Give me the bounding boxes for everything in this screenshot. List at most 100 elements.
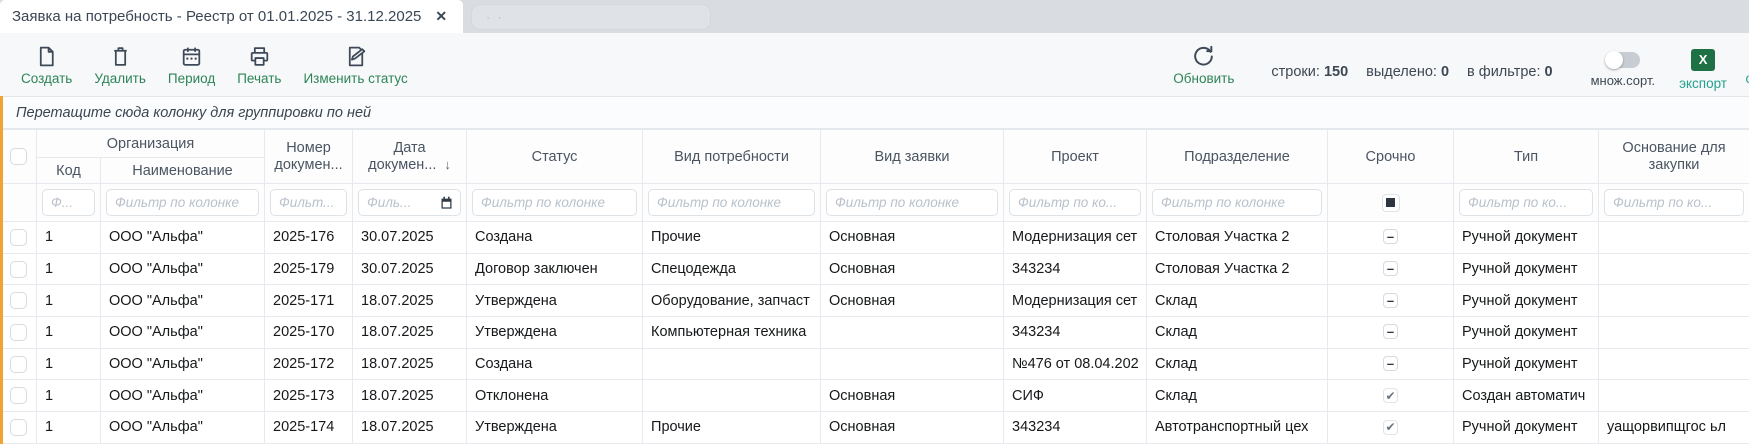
header-org-group[interactable]: Организация xyxy=(37,130,265,158)
filter-type-input[interactable] xyxy=(1459,189,1593,216)
toolbar-right-group: Обновить строки: 150 выделено: 0 в фильт… xyxy=(1162,33,1749,96)
filter-status-input[interactable] xyxy=(472,189,637,216)
filter-request-type-input[interactable] xyxy=(826,189,998,216)
edit-status-icon xyxy=(343,44,368,69)
tab-requisition-registry[interactable]: Заявка на потребность - Реестр от 01.01.… xyxy=(0,0,463,33)
cell-project: СИФ xyxy=(1004,380,1147,412)
cell-type: Ручной документ xyxy=(1454,412,1599,444)
cell-type: Ручной документ xyxy=(1454,348,1599,380)
header-code[interactable]: Код xyxy=(37,158,101,184)
cell-code: 1 xyxy=(37,285,101,317)
filter-urgent-checkbox[interactable] xyxy=(1382,194,1400,212)
tab-ghost[interactable]: · · xyxy=(471,4,711,30)
select-all-checkbox[interactable] xyxy=(10,148,27,165)
table-row[interactable]: 1ООО "Альфа"2025-17218.07.2025Создана№47… xyxy=(1,348,1749,380)
tab-ghost-dots: · · xyxy=(486,10,503,24)
cell-type: Создан автоматич xyxy=(1454,380,1599,412)
cell-basis xyxy=(1599,348,1749,380)
cell-code: 1 xyxy=(37,253,101,285)
urgent-checkbox-dash[interactable]: – xyxy=(1383,261,1398,276)
cell-need-type: Прочие xyxy=(643,222,821,254)
urgent-checkbox-checked[interactable]: ✔ xyxy=(1383,420,1398,435)
urgent-checkbox-dash[interactable]: – xyxy=(1383,229,1398,244)
cell-type: Ручной документ xyxy=(1454,222,1599,254)
row-checkbox[interactable] xyxy=(10,419,27,436)
row-checkbox[interactable] xyxy=(10,261,27,278)
urgent-checkbox-dash[interactable]: – xyxy=(1383,324,1398,339)
period-button[interactable]: Период xyxy=(157,33,226,96)
cell-basis xyxy=(1599,253,1749,285)
cell-status: Отклонена xyxy=(467,380,643,412)
toggle-off-icon[interactable] xyxy=(1606,52,1640,68)
cell-date: 30.07.2025 xyxy=(353,253,467,285)
cell-org: ООО "Альфа" xyxy=(101,222,265,254)
header-org-name[interactable]: Наименование xyxy=(101,158,265,184)
row-checkbox[interactable] xyxy=(10,229,27,246)
tab-close-icon[interactable]: ✕ xyxy=(435,8,447,25)
cell-code: 1 xyxy=(37,412,101,444)
header-project[interactable]: Проект xyxy=(1004,130,1147,184)
cell-type: Ручной документ xyxy=(1454,285,1599,317)
table-row[interactable]: 1ООО "Альфа"2025-17930.07.2025Договор за… xyxy=(1,253,1749,285)
cell-date: 18.07.2025 xyxy=(353,317,467,349)
calendar-picker-icon[interactable] xyxy=(439,195,454,210)
table-row[interactable]: 1ООО "Альфа"2025-17018.07.2025Утверждена… xyxy=(1,317,1749,349)
table-row[interactable]: 1ООО "Альфа"2025-17318.07.2025ОтклоненаО… xyxy=(1,380,1749,412)
row-checkbox[interactable] xyxy=(10,324,27,341)
group-drop-zone[interactable]: Перетащите сюда колонку для группировки … xyxy=(0,96,1749,129)
table-row[interactable]: 1ООО "Альфа"2025-17118.07.2025Утверждена… xyxy=(1,285,1749,317)
filter-need-type-input[interactable] xyxy=(648,189,815,216)
cell-type: Ручной документ xyxy=(1454,317,1599,349)
cell-status: Создана xyxy=(467,222,643,254)
cell-request-type: Основная xyxy=(821,285,1004,317)
header-request-type[interactable]: Вид заявки xyxy=(821,130,1004,184)
multisort-toggle[interactable]: множ.сорт. xyxy=(1579,52,1667,88)
cell-number: 2025-171 xyxy=(265,285,353,317)
cell-project: Модернизация сет xyxy=(1004,222,1147,254)
export-button[interactable]: X экспорт xyxy=(1667,49,1739,91)
header-basis[interactable]: Основание для закупки xyxy=(1599,130,1749,184)
cell-department: Автотранспортный цех xyxy=(1147,412,1328,444)
cell-project: 343234 xyxy=(1004,253,1147,285)
table-row[interactable]: 1ООО "Альфа"2025-17630.07.2025СозданаПро… xyxy=(1,222,1749,254)
filter-project-input[interactable] xyxy=(1009,189,1141,216)
cell-status: Создана xyxy=(467,348,643,380)
counter-filtered: в фильтре: 0 xyxy=(1467,64,1553,80)
select-all-cell xyxy=(1,130,37,184)
delete-button[interactable]: Удалить xyxy=(83,33,157,96)
clipped-right-button[interactable]: о xyxy=(1745,71,1749,86)
row-checkbox[interactable] xyxy=(10,356,27,373)
filter-org-input[interactable] xyxy=(106,189,259,216)
change-status-button[interactable]: Изменить статус xyxy=(292,33,418,96)
cell-urgent: – xyxy=(1328,222,1454,254)
header-status[interactable]: Статус xyxy=(467,130,643,184)
row-checkbox[interactable] xyxy=(10,387,27,404)
refresh-button[interactable]: Обновить xyxy=(1162,33,1245,96)
sort-desc-icon: ↓ xyxy=(444,157,451,172)
print-button[interactable]: Печать xyxy=(226,33,292,96)
urgent-checkbox-dash[interactable]: – xyxy=(1383,356,1398,371)
header-urgent[interactable]: Срочно xyxy=(1328,130,1454,184)
cell-need-type: Прочие xyxy=(643,412,821,444)
cell-need-type: Оборудование, запчаст xyxy=(643,285,821,317)
header-need-type[interactable]: Вид потребности xyxy=(643,130,821,184)
cell-need-type xyxy=(643,348,821,380)
cell-org: ООО "Альфа" xyxy=(101,317,265,349)
header-type[interactable]: Тип xyxy=(1454,130,1599,184)
filter-basis-input[interactable] xyxy=(1604,189,1744,216)
urgent-checkbox-dash[interactable]: – xyxy=(1383,293,1398,308)
header-date[interactable]: Дата докумен...↓ xyxy=(353,130,467,184)
cell-basis xyxy=(1599,222,1749,254)
row-checkbox[interactable] xyxy=(10,292,27,309)
filter-number-input[interactable] xyxy=(270,189,347,216)
header-department[interactable]: Подразделение xyxy=(1147,130,1328,184)
filter-department-input[interactable] xyxy=(1152,189,1322,216)
table-row[interactable]: 1ООО "Альфа"2025-17418.07.2025Утверждена… xyxy=(1,412,1749,444)
cell-org: ООО "Альфа" xyxy=(101,380,265,412)
create-button[interactable]: Создать xyxy=(10,33,83,96)
filter-code-input[interactable] xyxy=(42,189,95,216)
cell-status: Договор заключен xyxy=(467,253,643,285)
urgent-checkbox-checked[interactable]: ✔ xyxy=(1383,388,1398,403)
header-number[interactable]: Номер докумен... xyxy=(265,130,353,184)
cell-basis xyxy=(1599,380,1749,412)
